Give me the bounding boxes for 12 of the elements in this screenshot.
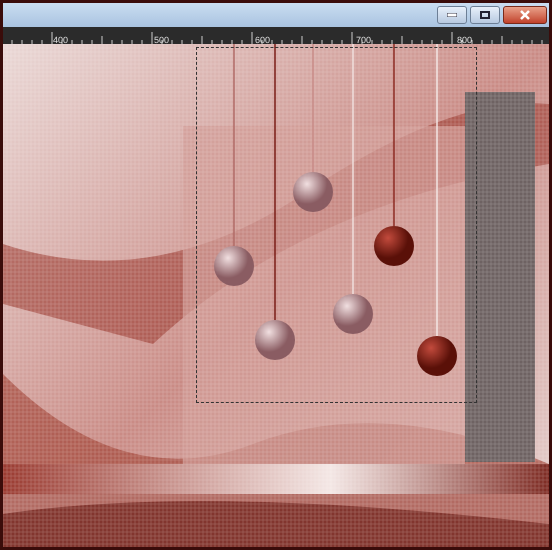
selection-frame[interactable] [196,47,477,403]
close-icon [520,10,530,20]
close-button[interactable] [503,6,547,24]
ruler-label: 600 [254,35,270,45]
ruler-label: 700 [355,35,372,45]
maximize-icon [480,11,490,19]
maximize-button[interactable] [470,6,500,24]
minimize-button[interactable] [437,6,467,24]
ruler-label: 800 [456,35,472,45]
minimize-icon [447,13,457,17]
ruler-label: 400 [52,35,68,45]
ruler-label: 500 [153,35,170,45]
